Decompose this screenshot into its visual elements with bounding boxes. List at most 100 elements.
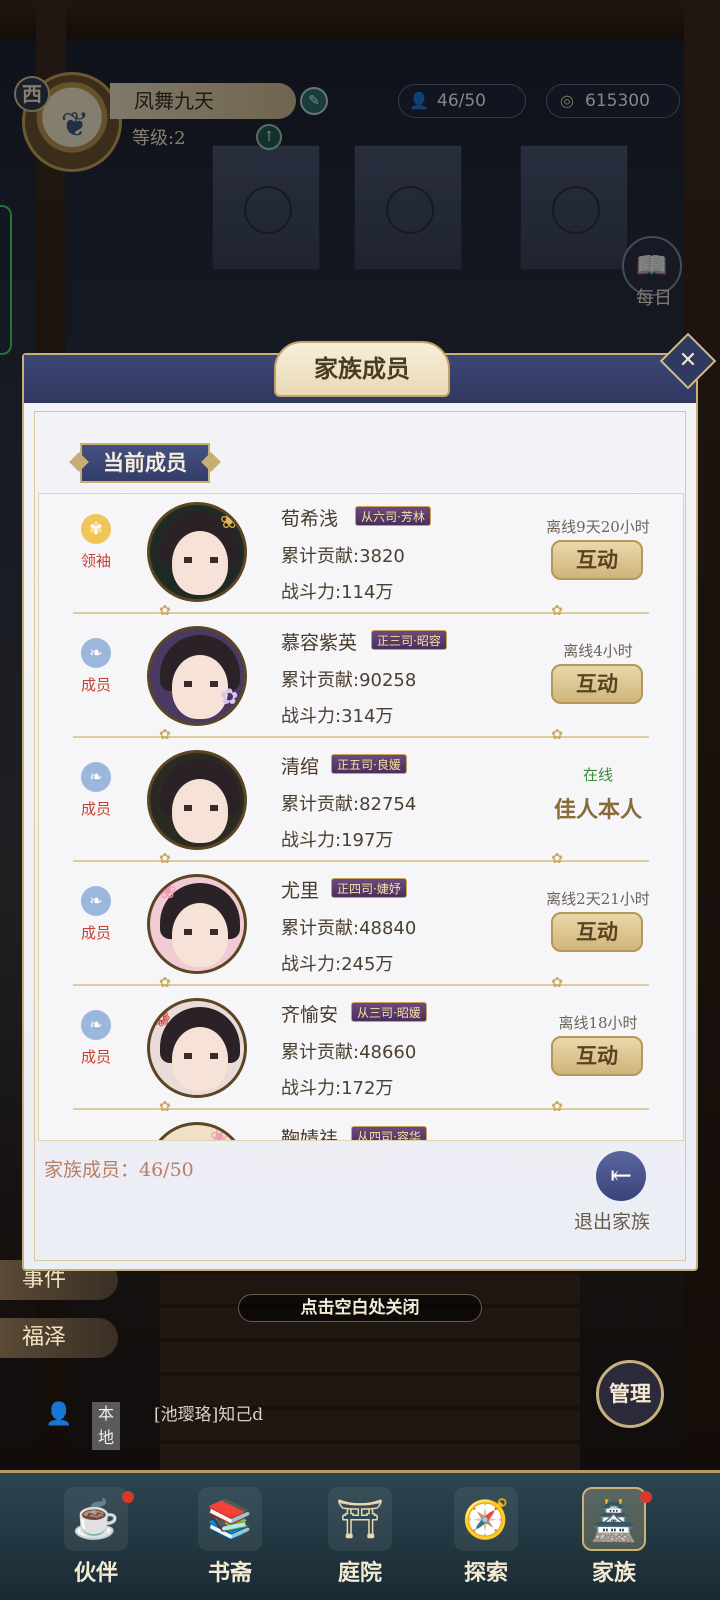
- eyes: [184, 805, 218, 811]
- member-portrait[interactable]: ❁: [147, 998, 247, 1098]
- list-item: ❧ 成员 ❁ 齐愉安 从三司·昭媛 累计贡献:48660 战斗力:172万 离线…: [39, 990, 683, 1115]
- eyes: [184, 929, 218, 935]
- exit-door-icon: ⇤: [610, 1161, 632, 1191]
- rank-badge: 正三司·昭容: [371, 630, 447, 650]
- book-icon: 📚: [198, 1487, 262, 1551]
- member-portrait[interactable]: ❀: [147, 874, 247, 974]
- rank-badge: 从三司·昭媛: [351, 1002, 427, 1022]
- face: [172, 903, 228, 967]
- member-contribution: 累计贡献:3820: [281, 546, 405, 567]
- exit-clan-label[interactable]: 退出家族: [574, 1207, 650, 1234]
- member-list[interactable]: ✾ 领袖 ❀ 荀希浅 从六司·芳林 累计贡献:3820 战斗力:114万 离线9…: [38, 493, 684, 1141]
- member-name: 慕容紫英: [281, 632, 358, 654]
- interact-button[interactable]: 互动: [551, 540, 643, 580]
- chat-person-icon: 👤: [45, 1402, 73, 1427]
- role-label: 成员: [80, 676, 111, 694]
- member-name: 荀希浅: [281, 508, 339, 530]
- member-status: 离线4小时: [563, 642, 633, 660]
- member-portrait[interactable]: ❀: [147, 1122, 247, 1141]
- nav-label: 探索: [463, 1560, 508, 1586]
- member-name: 尤里: [281, 880, 320, 902]
- member-power: 战斗力:172万: [281, 1078, 394, 1099]
- list-item: ❧ 成员 ✿ 慕容紫英 正三司·昭容 累计贡献:90258 战斗力:314万 离…: [39, 618, 683, 743]
- nav-explore[interactable]: 🧭 探索: [426, 1473, 546, 1600]
- tab-current-members[interactable]: 当前成员: [80, 443, 210, 483]
- list-item: ❀ 鞠婧祎 从四司·容华: [39, 1114, 683, 1141]
- row-divider: [73, 975, 649, 991]
- member-name: 鞠婧祎: [281, 1128, 339, 1141]
- nav-label: 伙伴: [73, 1560, 118, 1586]
- member-portrait[interactable]: ✿: [147, 626, 247, 726]
- members-count-label: 家族成员：46/50: [44, 1159, 194, 1181]
- leaf-icon: ❧: [81, 886, 111, 916]
- close-icon: ✕: [678, 348, 698, 373]
- nav-label: 书斋: [207, 1560, 252, 1586]
- chat-channel: 本地: [92, 1402, 121, 1450]
- flower-icon: ❀: [210, 1125, 229, 1141]
- member-power: 战斗力:197万: [281, 830, 394, 851]
- role-label: 成员: [80, 924, 111, 942]
- role-label: 领袖: [80, 552, 111, 570]
- exit-clan-button[interactable]: ⇤: [596, 1151, 646, 1201]
- row-divider: [73, 1099, 649, 1115]
- nav-study[interactable]: 📚 书斋: [170, 1473, 290, 1600]
- eyes: [184, 681, 218, 687]
- list-item: ❧ 成员 清绾 正五司·良媛 累计贡献:82754 战斗力:197万 在线 佳人…: [39, 742, 683, 867]
- notification-dot: [122, 1491, 134, 1503]
- member-contribution: 累计贡献:90258: [281, 670, 417, 691]
- member-portrait[interactable]: [147, 750, 247, 850]
- nav-label: 家族: [591, 1560, 636, 1586]
- rank-badge: 从六司·芳林: [355, 506, 431, 526]
- pavilion-icon: ⛩: [328, 1487, 392, 1551]
- lotus-icon: ✾: [81, 514, 111, 544]
- eyes: [184, 1053, 218, 1059]
- list-item: ✾ 领袖 ❀ 荀希浅 从六司·芳林 累计贡献:3820 战斗力:114万 离线9…: [39, 494, 683, 619]
- row-divider: [73, 851, 649, 867]
- face: [172, 779, 228, 843]
- nav-courtyard[interactable]: ⛩ 庭院: [300, 1473, 420, 1600]
- member-contribution: 累计贡献:82754: [281, 794, 417, 815]
- member-power: 战斗力:114万: [281, 582, 394, 603]
- member-contribution: 累计贡献:48840: [281, 918, 417, 939]
- interact-button[interactable]: 互动: [551, 664, 643, 704]
- nav-partners[interactable]: ☕ 伙伴: [36, 1473, 156, 1600]
- blessing-button[interactable]: 福泽: [0, 1318, 118, 1358]
- list-item: ❧ 成员 ❀ 尤里 正四司·婕妤 累计贡献:48840 战斗力:245万 离线2…: [39, 866, 683, 991]
- member-contribution: 累计贡献:48660: [281, 1042, 417, 1063]
- explore-icon: 🧭: [454, 1487, 518, 1551]
- rank-badge: 从四司·容华: [351, 1126, 427, 1140]
- nav-clan[interactable]: 🏯 家族: [554, 1473, 674, 1600]
- self-label: 佳人本人: [553, 797, 642, 823]
- clan-icon: 🏯: [582, 1487, 646, 1551]
- member-name: 齐愉安: [281, 1004, 339, 1026]
- flower-icon: ❀: [158, 879, 177, 904]
- interact-button[interactable]: 互动: [551, 912, 643, 952]
- face: [172, 1027, 228, 1091]
- member-status: 离线2天21小时: [546, 890, 650, 908]
- notification-dot: [640, 1491, 652, 1503]
- manage-button[interactable]: 管理: [596, 1360, 664, 1428]
- interact-button[interactable]: 互动: [551, 1036, 643, 1076]
- rank-badge: 正四司·婕妤: [331, 878, 407, 898]
- role-label: 成员: [80, 1048, 111, 1066]
- leaf-icon: ❧: [81, 1010, 111, 1040]
- modal-title: 家族成员: [274, 341, 450, 397]
- row-divider: [73, 603, 649, 619]
- chat-message: [池璎珞]知己d: [154, 1405, 264, 1425]
- bottom-nav: ☕ 伙伴 📚 书斋 ⛩ 庭院 🧭 探索 🏯 家族: [0, 1470, 720, 1600]
- teapot-icon: ☕: [64, 1487, 128, 1551]
- lion-dance-icon: ❁: [152, 1007, 171, 1032]
- member-status: 离线9天20小时: [546, 518, 650, 536]
- member-status: 在线: [582, 766, 613, 784]
- clan-members-modal: 家族成员 ✕ 当前成员 ✾ 领袖 ❀ 荀希浅 从六司·芳林 累计贡献:3820 …: [22, 332, 717, 1271]
- member-name: 清绾: [281, 756, 320, 778]
- flower-icon: ✿: [220, 685, 239, 710]
- member-portrait[interactable]: ❀: [147, 502, 247, 602]
- member-status: 离线18小时: [558, 1014, 638, 1032]
- close-hint: 点击空白处关闭: [238, 1294, 482, 1322]
- row-divider: [73, 727, 649, 743]
- flower-icon: ❀: [220, 509, 239, 534]
- leaf-icon: ❧: [81, 762, 111, 792]
- eyes: [184, 557, 218, 563]
- rank-badge: 正五司·良媛: [331, 754, 407, 774]
